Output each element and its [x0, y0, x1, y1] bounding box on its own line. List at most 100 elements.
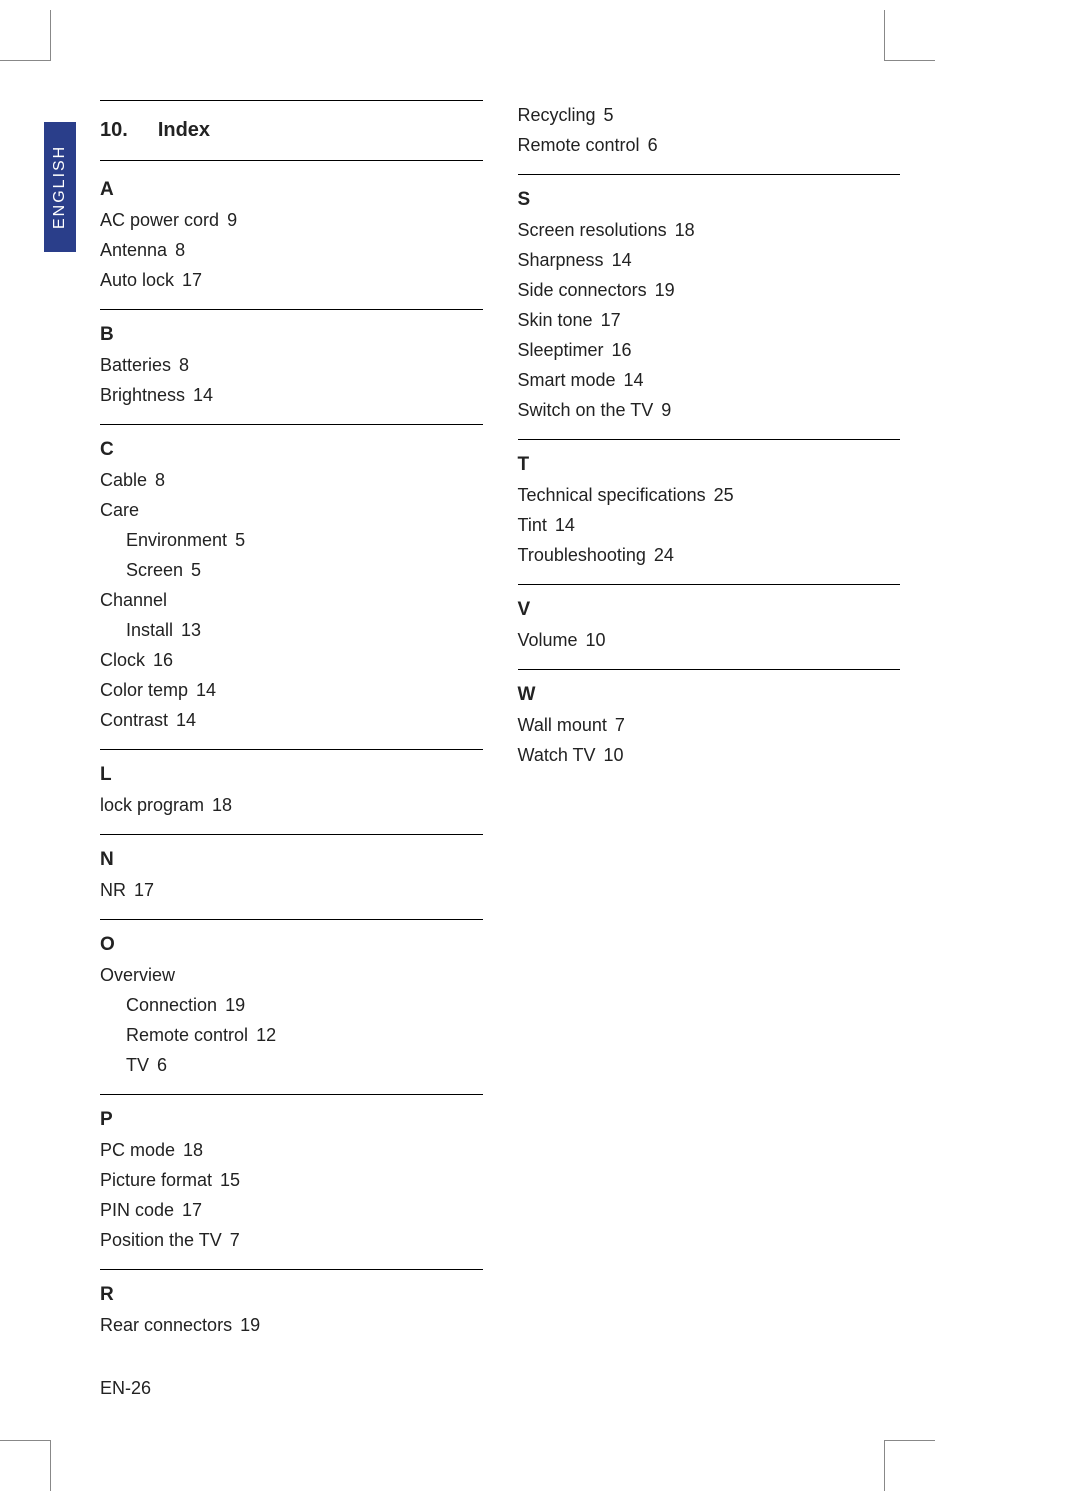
index-page: 18 — [675, 220, 695, 240]
index-term: Position the TV — [100, 1230, 222, 1250]
index-entry: NR17 — [100, 875, 483, 905]
index-entry: Auto lock 17 — [100, 265, 483, 295]
index-right-column: Recycling5Remote control6 SScreen resolu… — [518, 100, 901, 1340]
crop-mark-br — [884, 1440, 935, 1491]
index-entry: Troubleshooting24 — [518, 540, 901, 570]
index-entry: lock program 18 — [100, 790, 483, 820]
index-entry: PIN code17 — [100, 1195, 483, 1225]
index-term: Picture format — [100, 1170, 212, 1190]
index-page: 5 — [191, 560, 201, 580]
index-page: 17 — [601, 310, 621, 330]
crop-mark-tr — [884, 10, 935, 61]
index-term: Overview — [100, 965, 175, 985]
index-entry: Switch on the TV 9 — [518, 395, 901, 425]
index-term: Switch on the TV — [518, 400, 654, 420]
index-page: 7 — [230, 1230, 240, 1250]
index-term: Tint — [518, 515, 547, 535]
index-group: S Screen resolutions18 Sharpness 14 Side con… — [518, 174, 901, 425]
index-term: lock program — [100, 795, 204, 815]
index-page: 17 — [182, 270, 202, 290]
index-page: 5 — [235, 530, 245, 550]
index-term: Smart mode — [518, 370, 616, 390]
index-term: TV — [126, 1055, 149, 1075]
index-entry: Remote control6 — [518, 130, 901, 160]
index-term: Screen — [126, 560, 183, 580]
index-entry: Antenna8 — [100, 235, 483, 265]
index-term: Skin tone — [518, 310, 593, 330]
index-entry: Environment5 — [100, 525, 483, 555]
index-page: 8 — [179, 355, 189, 375]
index-group: RRear connectors19 — [100, 1269, 483, 1340]
index-letter: S — [518, 189, 901, 211]
index-left-column: 10.Index AAC power cord9Antenna8Auto loc… — [100, 100, 483, 1340]
index-page: 14 — [193, 385, 213, 405]
index-entry: Color temp14 — [100, 675, 483, 705]
index-group: TTechnical specifications25Tint14Trouble… — [518, 439, 901, 570]
index-page: 8 — [155, 470, 165, 490]
index-page: 14 — [612, 250, 632, 270]
index-entry: Screen resolutions18 — [518, 215, 901, 245]
index-entry: Brightness14 — [100, 380, 483, 410]
index-entry: Skin tone 17 — [518, 305, 901, 335]
index-letter: W — [518, 684, 901, 706]
index-page: 15 — [220, 1170, 240, 1190]
index-term: Color temp — [100, 680, 188, 700]
index-term: Care — [100, 500, 139, 520]
index-page: 6 — [648, 135, 658, 155]
index-term: Technical specifications — [518, 485, 706, 505]
index-page: 25 — [714, 485, 734, 505]
index-page: 16 — [612, 340, 632, 360]
index-term: PC mode — [100, 1140, 175, 1160]
language-tab: ENGLISH — [44, 122, 76, 252]
index-entry: Tint 14 — [518, 510, 901, 540]
index-group: BBatteries8Brightness14 — [100, 309, 483, 410]
index-page: 5 — [604, 105, 614, 125]
index-group: CCable8CareEnvironment5Screen5ChannelIns… — [100, 424, 483, 735]
index-letter: V — [518, 599, 901, 621]
index-entry: Batteries8 — [100, 350, 483, 380]
index-term: AC power cord — [100, 210, 219, 230]
index-term: Sharpness — [518, 250, 604, 270]
crop-mark-bl — [0, 1440, 51, 1491]
index-page: 17 — [134, 880, 154, 900]
index-group: PPC mode18Picture format15PIN code17Posi… — [100, 1094, 483, 1255]
index-term: Rear connectors — [100, 1315, 232, 1335]
index-page: 14 — [555, 515, 575, 535]
index-group: W Wall mount7Watch TV10 — [518, 669, 901, 770]
index-entry: Sharpness 14 — [518, 245, 901, 275]
index-letter: L — [100, 764, 483, 786]
index-entry: Install13 — [100, 615, 483, 645]
index-entry: Screen 5 — [100, 555, 483, 585]
index-term: Troubleshooting — [518, 545, 646, 565]
index-page: 9 — [661, 400, 671, 420]
index-page: 18 — [212, 795, 232, 815]
index-term: Cable — [100, 470, 147, 490]
index-entry: Technical specifications 25 — [518, 480, 901, 510]
index-page: 16 — [153, 650, 173, 670]
index-page: 9 — [227, 210, 237, 230]
index-page: 12 — [256, 1025, 276, 1045]
index-letter: P — [100, 1109, 483, 1131]
index-entry: Wall mount7 — [518, 710, 901, 740]
index-letter: N — [100, 849, 483, 871]
index-entry: PC mode 18 — [100, 1135, 483, 1165]
crop-mark-tl — [0, 10, 51, 61]
index-term: PIN code — [100, 1200, 174, 1220]
index-entry: Watch TV10 — [518, 740, 901, 770]
index-entry: AC power cord 9 — [100, 205, 483, 235]
index-page: 18 — [183, 1140, 203, 1160]
index-term: Antenna — [100, 240, 167, 260]
index-term: Auto lock — [100, 270, 174, 290]
index-entry: Position the TV 7 — [100, 1225, 483, 1255]
page-number: EN-26 — [100, 1378, 151, 1399]
index-term: Volume — [518, 630, 578, 650]
index-term: Contrast — [100, 710, 168, 730]
index-entry: Clock16 — [100, 645, 483, 675]
index-term: Side connectors — [518, 280, 647, 300]
section-heading: 10.Index — [100, 100, 483, 161]
index-page: 14 — [176, 710, 196, 730]
index-entry: Volume10 — [518, 625, 901, 655]
index-entry: Smart mode14 — [518, 365, 901, 395]
index-term: Channel — [100, 590, 167, 610]
section-title: Index — [158, 119, 210, 141]
